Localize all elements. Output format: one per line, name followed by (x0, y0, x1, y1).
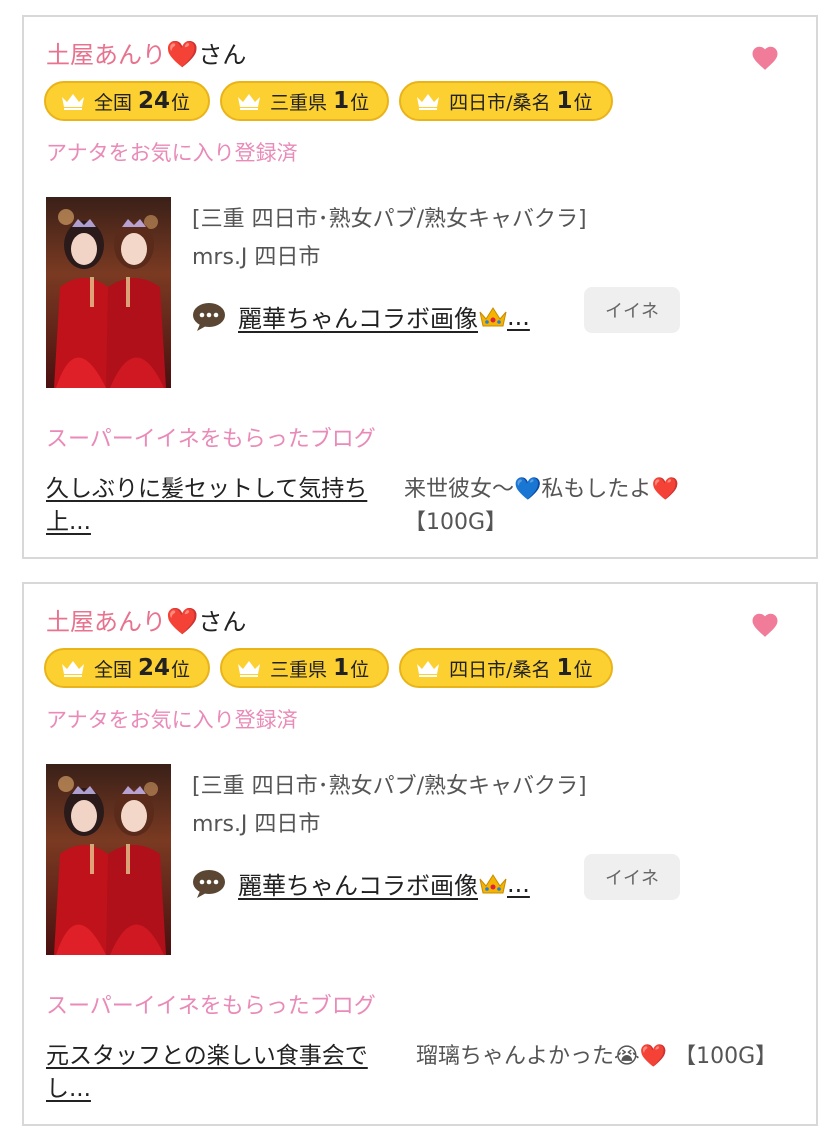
user-name[interactable]: 土屋あんり (46, 608, 166, 636)
rank-badge-prefecture[interactable]: 三重県 1位 (220, 648, 390, 688)
super-iine-heading: スーパーイイネをもらったブログ (46, 994, 376, 1019)
girl-card: 土屋あんり❤️さん 全国 24 位 三重県 1位 四日市/桑名 1位 アナタをお気… (22, 582, 818, 1126)
honorific: さん (198, 608, 247, 636)
post-ellipsis[interactable]: ... (507, 870, 530, 898)
badge-rank: 1 (556, 655, 573, 681)
rank-badge-area[interactable]: 四日市/桑名 1位 (399, 81, 613, 121)
rank-badge-national[interactable]: 全国 24 位 (44, 648, 211, 688)
favorite-heart-icon[interactable] (750, 610, 780, 640)
badge-unit: 位 (573, 91, 593, 114)
comment-gift: 【100G】 (674, 1044, 778, 1069)
heart-emoji-icon: ❤️ (166, 607, 199, 637)
user-name-line[interactable]: 土屋あんり❤️さん (46, 37, 246, 73)
blog-comment: 来世彼女〜💙私もしたよ❤️ 【100G】 (404, 473, 784, 539)
heart-emoji-icon: ❤️ (166, 40, 199, 70)
crown-emoji-icon (479, 306, 507, 326)
blue-heart-emoji-icon: 💙 (514, 477, 542, 502)
crown-icon (417, 661, 440, 677)
speech-bubble-icon (193, 869, 225, 898)
shop-name[interactable]: mrs.J 四日市 (192, 806, 320, 838)
comment-text: 瑠璃ちゃんよかった (416, 1044, 615, 1069)
post-title-link[interactable]: 麗華ちゃんコラボ画像 (238, 299, 478, 334)
blog-comment: 瑠璃ちゃんよかった😭❤️ 【100G】 (416, 1040, 796, 1073)
badge-label: 全国 (94, 658, 133, 681)
rank-badge-prefecture[interactable]: 三重県 1位 (220, 81, 390, 121)
favorite-status: アナタをお気に入り登録済 (46, 141, 298, 165)
crown-icon (417, 94, 440, 110)
badge-rank: 1 (333, 88, 350, 114)
badge-label: 全国 (94, 91, 133, 114)
comment-gift: 【100G】 (404, 510, 508, 535)
user-name-line[interactable]: 土屋あんり❤️さん (46, 604, 246, 640)
rank-badge-national[interactable]: 全国 24 位 (44, 81, 211, 121)
post-thumbnail[interactable] (46, 764, 171, 955)
favorite-heart-icon[interactable] (750, 43, 780, 73)
badge-unit: 位 (350, 658, 370, 681)
badge-label: 四日市/桑名 (449, 91, 551, 114)
comment-text: 私もしたよ (541, 477, 652, 502)
badge-unit: 位 (171, 91, 191, 114)
crown-icon (62, 661, 84, 677)
favorite-status: アナタをお気に入り登録済 (46, 708, 298, 732)
iine-button[interactable]: イイネ (584, 854, 680, 900)
red-heart-emoji-icon: ❤️ (651, 477, 679, 502)
user-name[interactable]: 土屋あんり (46, 41, 166, 69)
blog-title-link[interactable]: 元スタッフとの楽しい食事会でし... (46, 1040, 406, 1106)
post-ellipsis[interactable]: ... (507, 303, 530, 331)
post-thumbnail[interactable] (46, 197, 171, 388)
post-title-link[interactable]: 麗華ちゃんコラボ画像 (238, 866, 478, 901)
badge-label: 三重県 (270, 91, 328, 114)
badge-unit: 位 (350, 91, 370, 114)
badge-unit: 位 (573, 658, 593, 681)
badge-rank: 1 (333, 655, 350, 681)
rank-badges: 全国 24 位 三重県 1位 四日市/桑名 1位 (44, 81, 613, 125)
crown-icon (238, 94, 261, 110)
shop-name[interactable]: mrs.J 四日市 (192, 239, 320, 271)
badge-label: 三重県 (270, 658, 328, 681)
rank-badge-area[interactable]: 四日市/桑名 1位 (399, 648, 613, 688)
badge-rank: 1 (556, 88, 573, 114)
honorific: さん (198, 41, 247, 69)
badge-unit: 位 (171, 658, 191, 681)
badge-rank: 24 (138, 88, 171, 114)
shop-category: [三重 四日市･熟女パブ/熟女キャバクラ] (192, 207, 587, 232)
crying-face-emoji-icon: 😭 (614, 1044, 640, 1069)
badge-label: 四日市/桑名 (449, 658, 551, 681)
thumbnail-image (46, 764, 171, 955)
thumbnail-image (46, 197, 171, 388)
iine-button[interactable]: イイネ (584, 287, 680, 333)
latest-post[interactable]: 麗華ちゃんコラボ画像... (192, 299, 530, 334)
comment-text: 来世彼女〜 (404, 477, 515, 502)
badge-rank: 24 (138, 655, 171, 681)
shop-category: [三重 四日市･熟女パブ/熟女キャバクラ] (192, 774, 587, 799)
latest-post[interactable]: 麗華ちゃんコラボ画像... (192, 866, 530, 901)
speech-bubble-icon (193, 302, 225, 331)
crown-icon (238, 661, 261, 677)
girl-card: 土屋あんり❤️さん 全国 24 位 三重県 1位 四日市/桑名 1位 アナタをお気… (22, 15, 818, 559)
rank-badges: 全国 24 位 三重県 1位 四日市/桑名 1位 (44, 648, 613, 692)
super-iine-heading: スーパーイイネをもらったブログ (46, 427, 376, 452)
crown-emoji-icon (479, 873, 507, 893)
blog-title-link[interactable]: 久しぶりに髪セットして気持ち上... (46, 473, 406, 539)
crown-icon (62, 94, 84, 110)
red-heart-emoji-icon: ❤️ (639, 1044, 668, 1069)
